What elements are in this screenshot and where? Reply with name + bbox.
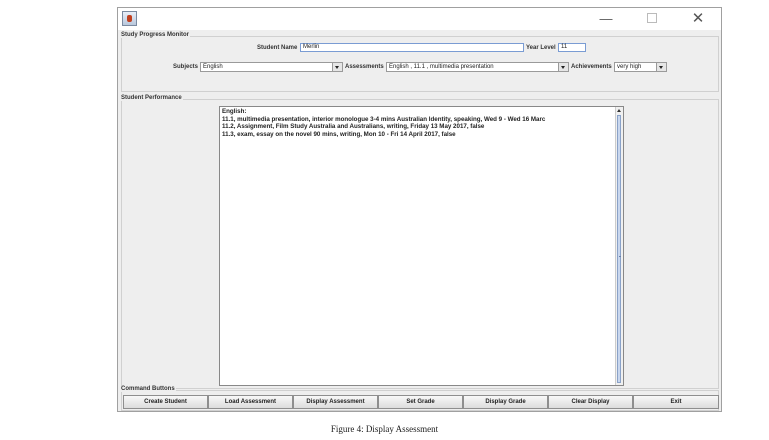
title-bar: — ✕ [118,8,721,30]
exit-button[interactable]: Exit [633,395,719,409]
maximize-button[interactable] [629,8,675,30]
command-button-row: Create Student Load Assessment Display A… [123,395,719,409]
create-student-button[interactable]: Create Student [123,395,208,409]
app-window: — ✕ Study Progress Monitor Student Name … [117,7,722,412]
performance-text: English: 11.1, multimedia presentation, … [222,108,545,138]
java-app-icon [122,11,137,26]
subjects-selected: English [203,64,223,70]
scroll-grip-icon [619,256,621,257]
scroll-up-arrow-icon[interactable] [616,107,622,114]
achievements-selected: very high [617,64,642,70]
assessments-combo[interactable]: English , 11.1 , multimedia presentation [386,62,569,72]
chevron-down-icon[interactable] [332,63,342,71]
load-assessment-button[interactable]: Load Assessment [208,395,293,409]
subjects-label: Subjects [173,64,199,70]
performance-line: 11.3, exam, essay on the novel 90 mins, … [222,130,456,138]
vertical-scrollbar[interactable] [615,107,623,385]
figure-caption: Figure 4: Display Assessment [330,424,439,434]
display-grade-button[interactable]: Display Grade [463,395,548,409]
performance-line: English: [222,108,247,115]
performance-line: 11.2, Assignment, Film Study Australia a… [222,123,485,130]
set-grade-button[interactable]: Set Grade [378,395,463,409]
close-button[interactable]: ✕ [675,8,721,30]
student-name-label: Student Name [257,45,298,51]
year-level-label: Year Level [526,45,556,51]
scroll-thumb[interactable] [617,115,621,383]
maximize-icon [647,13,657,23]
assessments-selected: English , 11.1 , multimedia presentation [389,64,494,70]
achievements-combo[interactable]: very high [614,62,667,72]
student-performance-title: Student Performance [120,95,183,101]
clear-display-button[interactable]: Clear Display [548,395,633,409]
assessments-label: Assessments [345,64,384,70]
student-name-field[interactable]: Merlin [300,43,524,52]
performance-line: 11.1, multimedia presentation, interior … [222,115,546,123]
display-assessment-button[interactable]: Display Assessment [293,395,378,409]
subjects-combo[interactable]: English [200,62,343,72]
chevron-down-icon[interactable] [656,63,666,71]
minimize-button[interactable]: — [583,8,629,30]
chevron-down-icon[interactable] [558,63,568,71]
study-progress-monitor-title: Study Progress Monitor [120,32,191,38]
command-buttons-title: Command Buttons [120,386,176,392]
performance-text-area[interactable]: English: 11.1, multimedia presentation, … [219,106,624,386]
year-level-field[interactable]: 11 [558,43,586,52]
achievements-label: Achievements [571,64,612,70]
